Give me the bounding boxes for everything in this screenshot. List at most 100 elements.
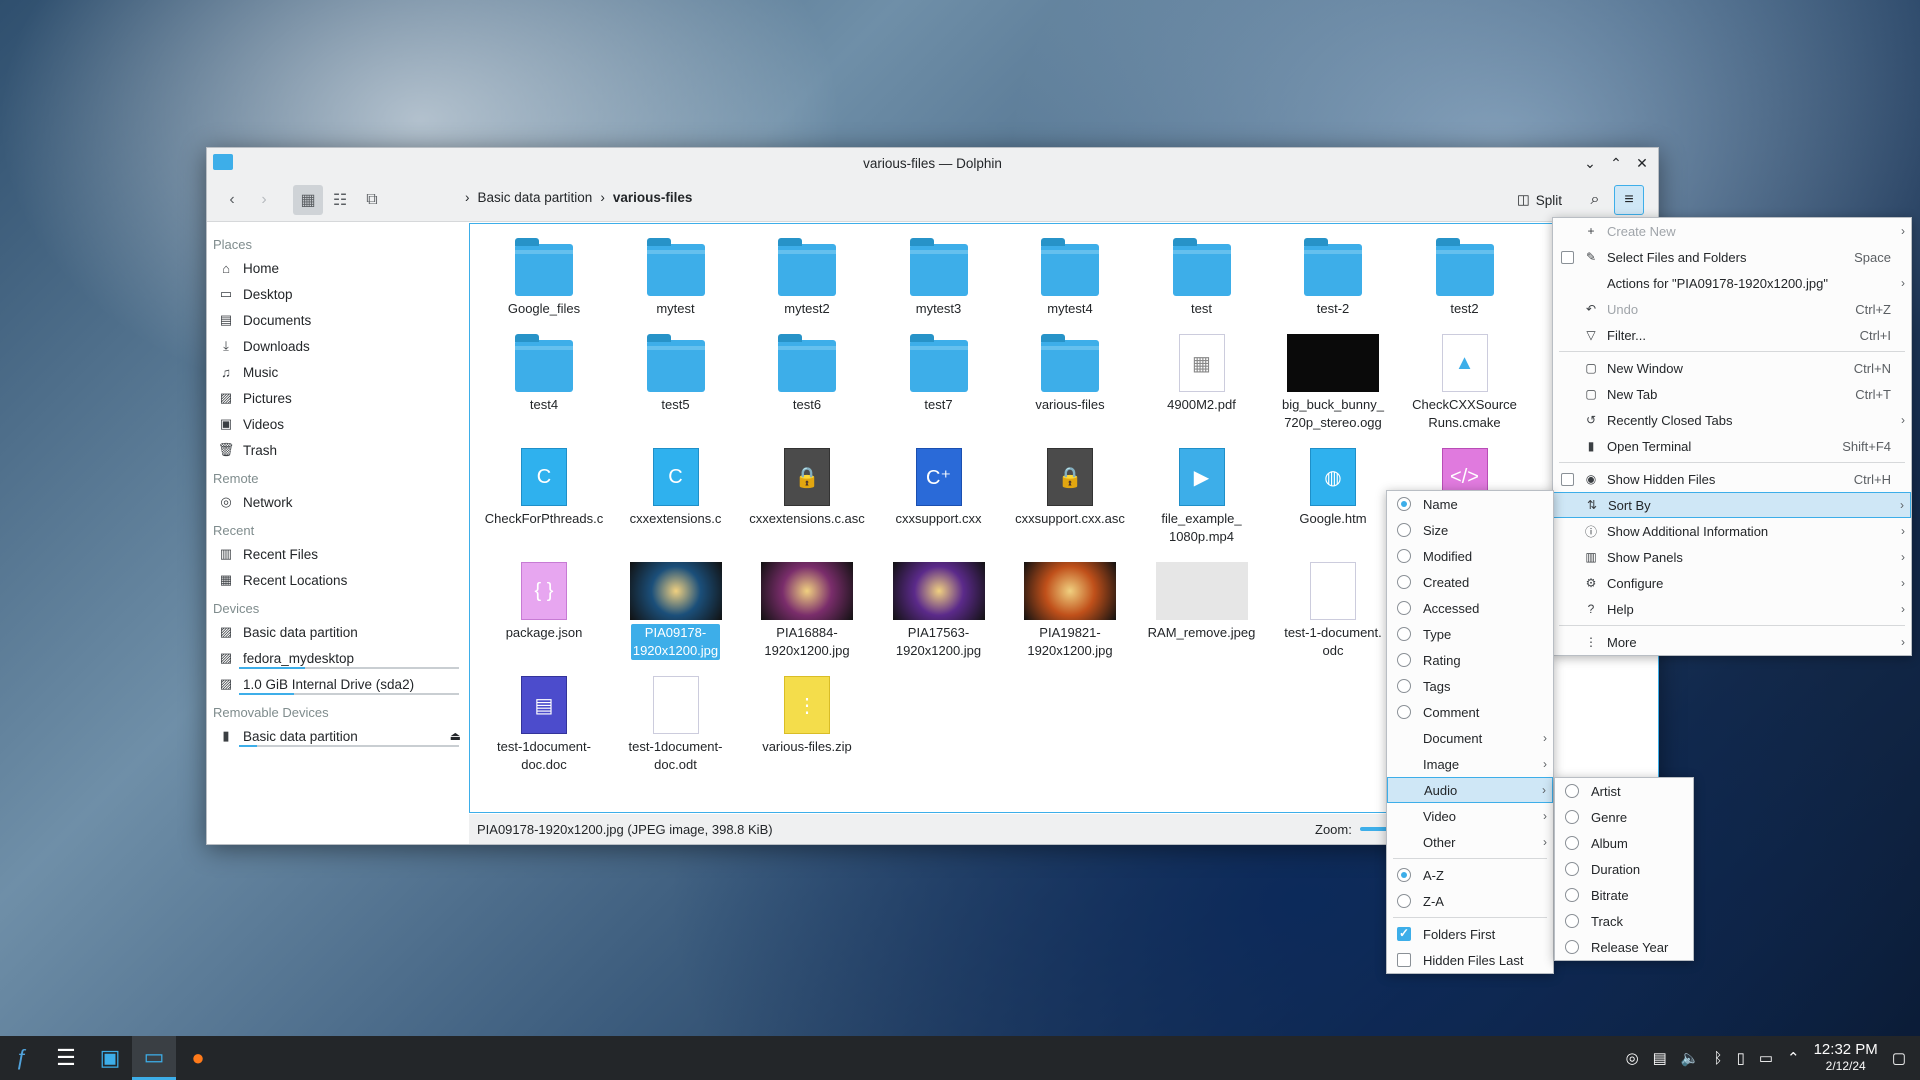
menu-item[interactable]: ? Help › [1553,596,1911,622]
menu-item[interactable]: ▢ New Window Ctrl+N [1553,355,1911,381]
radio-button[interactable] [1397,894,1411,908]
radio-button[interactable] [1565,914,1579,928]
sidebar-item[interactable]: ▭ Desktop [207,281,469,307]
file-item[interactable]: mytest3 [873,232,1005,318]
bluetooth-icon[interactable]: ᛒ [1714,1050,1723,1067]
expand-tray-icon[interactable]: ⌃ [1787,1049,1800,1067]
forward-icon[interactable]: › [249,185,279,215]
file-item[interactable]: test6 [741,328,873,414]
sidebar-item[interactable]: ▨ Pictures [207,385,469,411]
file-item[interactable]: ▦ 4900M2.pdf [1136,328,1268,414]
menu-item[interactable]: Actions for "PIA09178-1920x1200.jpg" › [1553,270,1911,296]
radio-button[interactable] [1565,940,1579,954]
radio-button[interactable] [1397,705,1411,719]
radio-button[interactable] [1565,784,1579,798]
back-icon[interactable]: ‹ [217,185,247,215]
menu-item[interactable]: ⓘ Show Additional Information › [1553,518,1911,544]
sidebar-item[interactable]: ▣ Videos [207,411,469,437]
file-item[interactable]: Ccxxextensions.c [610,442,742,528]
menu-item[interactable]: Artist [1555,778,1693,804]
menu-item[interactable]: Rating [1387,647,1553,673]
file-item[interactable]: { } package.json [478,556,610,642]
file-item[interactable]: test5 [610,328,742,414]
updates-icon[interactable]: ◎ [1626,1049,1639,1067]
checkbox[interactable] [1561,473,1574,486]
dolphin-icon[interactable]: ▭ [132,1036,176,1080]
checkbox[interactable] [1561,251,1574,264]
sidebar-item[interactable]: ▨ fedora_mydesktop [207,645,469,671]
menu-item[interactable]: Bitrate [1555,882,1693,908]
fedora-icon[interactable]: ƒ [0,1036,44,1080]
sidebar-item[interactable]: ⤓ Downloads [207,333,469,359]
radio-button[interactable] [1397,627,1411,641]
eject-icon[interactable]: ⏏ [450,729,461,743]
radio-button[interactable] [1397,653,1411,667]
sidebar-item[interactable]: 🗑 Trash [207,437,469,463]
tree-view-icon[interactable]: ⧉ [357,185,387,215]
menu-item[interactable]: Audio › [1387,777,1553,803]
menu-item[interactable]: ⋮ More › [1553,629,1911,655]
file-item[interactable]: PIA19821- 1920x1200.jpg [1004,556,1136,660]
menu-item[interactable]: Type [1387,621,1553,647]
file-item[interactable]: test7 [873,328,1005,414]
file-item[interactable]: various-files [1004,328,1136,414]
menu-item[interactable]: Created [1387,569,1553,595]
maximize-icon[interactable]: ⌃ [1606,153,1626,173]
sidebar-item[interactable]: ▨ Basic data partition [207,619,469,645]
network-tray-icon[interactable]: ▭ [1759,1049,1773,1067]
menu-item[interactable]: ✎ Select Files and Folders Space [1553,244,1911,270]
file-item[interactable]: mytest2 [741,232,873,318]
file-item[interactable]: test2 [1399,232,1531,318]
show-desktop-icon[interactable]: ▢ [1892,1049,1906,1067]
file-item[interactable]: ▲ CheckCXXSource Runs.cmake [1399,328,1531,432]
file-item[interactable]: test-1-document. odc [1267,556,1399,660]
file-item[interactable]: PIA17563- 1920x1200.jpg [873,556,1005,660]
menu-item[interactable]: Document › [1387,725,1553,751]
clipboard-icon[interactable]: ▤ [1653,1049,1667,1067]
file-item[interactable]: 🔒 cxxsupport.cxx.asc [1004,442,1136,528]
radio-button[interactable] [1397,679,1411,693]
file-item[interactable]: mytest4 [1004,232,1136,318]
store-icon[interactable]: ▣ [88,1036,132,1080]
menu-item[interactable]: Hidden Files Last [1387,947,1553,973]
breadcrumb-current[interactable]: various-files [613,190,693,205]
menu-item[interactable]: + Create New › [1553,218,1911,244]
file-item[interactable]: mytest [610,232,742,318]
file-item[interactable]: ◍ Google.htm [1267,442,1399,528]
menu-item[interactable]: ▢ New Tab Ctrl+T [1553,381,1911,407]
file-item[interactable]: test-2 [1267,232,1399,318]
menu-item[interactable]: Image › [1387,751,1553,777]
file-item[interactable]: C⁺ cxxsupport.cxx [873,442,1005,528]
menu-item[interactable]: Z-A [1387,888,1553,914]
sidebar-item[interactable]: ▮ Basic data partition ⏏ [207,723,469,749]
file-item[interactable]: ⋮ various-files.zip [741,670,873,756]
radio-button[interactable] [1397,868,1411,882]
menu-item[interactable]: Name [1387,491,1553,517]
file-item[interactable]: PIA16884- 1920x1200.jpg [741,556,873,660]
radio-button[interactable] [1397,575,1411,589]
menu-item[interactable]: Other › [1387,829,1553,855]
file-item[interactable]: big_buck_bunny_ 720p_stereo.ogg [1267,328,1399,432]
menu-item[interactable]: ▽ Filter... Ctrl+I [1553,322,1911,348]
settings-icon[interactable]: ☰ [44,1036,88,1080]
menu-item[interactable]: Folders First [1387,921,1553,947]
file-item[interactable]: test [1136,232,1268,318]
sidebar-item[interactable]: ♫ Music [207,359,469,385]
menu-item[interactable]: ↺ Recently Closed Tabs › [1553,407,1911,433]
radio-button[interactable] [1397,601,1411,615]
breadcrumb-item[interactable]: Basic data partition [478,190,593,205]
menu-item[interactable]: Genre [1555,804,1693,830]
split-button[interactable]: ◫ Split [1517,185,1562,215]
sidebar-item[interactable]: ▤ Documents [207,307,469,333]
menu-item[interactable]: Track [1555,908,1693,934]
menu-item[interactable]: Modified [1387,543,1553,569]
sidebar-item[interactable]: ◎ Network [207,489,469,515]
file-item[interactable]: test4 [478,328,610,414]
titlebar[interactable]: various-files — Dolphin ⌄ ⌃ ✕ [207,148,1658,178]
menu-item[interactable]: Comment [1387,699,1553,725]
firefox-icon[interactable]: ● [176,1036,220,1080]
sidebar-item[interactable]: ▦ Recent Locations [207,567,469,593]
hamburger-menu-icon[interactable]: ≡ [1614,185,1644,215]
menu-item[interactable]: ◉ Show Hidden Files Ctrl+H [1553,466,1911,492]
volume-icon[interactable]: 🔈 [1681,1049,1700,1067]
